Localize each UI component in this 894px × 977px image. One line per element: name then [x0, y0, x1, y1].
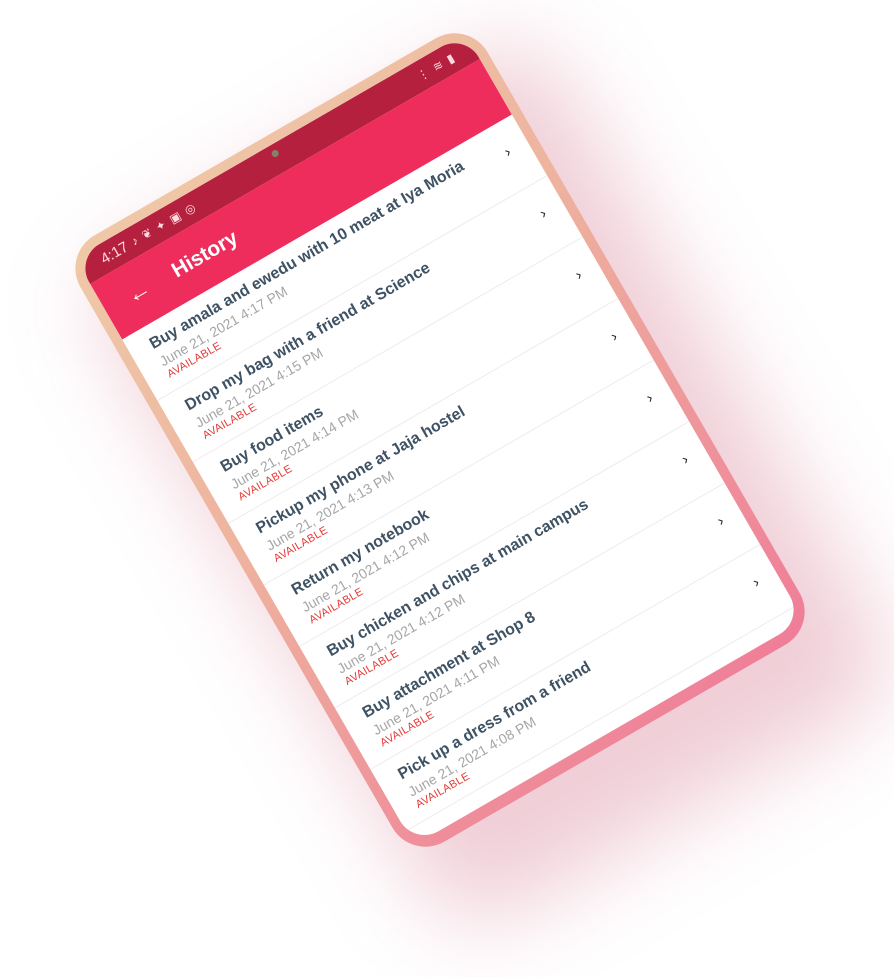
- back-arrow-icon: ←: [121, 274, 156, 311]
- page-title: History: [167, 226, 242, 283]
- wifi-icon: ≋: [430, 57, 446, 75]
- bird-icon: ❦: [139, 225, 155, 243]
- chevron-right-icon: ›: [501, 143, 515, 161]
- search-app-icon: ◎: [181, 200, 198, 218]
- chevron-right-icon: ›: [643, 389, 657, 407]
- chevron-right-icon: ›: [678, 450, 692, 469]
- chevron-right-icon: ›: [572, 266, 586, 284]
- battery-icon: ▮: [444, 50, 457, 67]
- twitter-icon: ✦: [152, 217, 169, 235]
- chevron-right-icon: ›: [714, 512, 728, 530]
- music-note-icon: ♪: [128, 233, 141, 249]
- back-button[interactable]: ←: [112, 265, 167, 320]
- chevron-right-icon: ›: [607, 327, 621, 346]
- stage: 4:17 ♪ ❦ ✦ ▣ ◎ ⋮ ≋ ▮ ← History Buy amala…: [0, 0, 894, 977]
- chevron-right-icon: ›: [536, 204, 550, 223]
- chevron-right-icon: ›: [749, 573, 763, 592]
- signal-icon: ⋮: [414, 65, 432, 84]
- linkedin-icon: ▣: [166, 208, 184, 227]
